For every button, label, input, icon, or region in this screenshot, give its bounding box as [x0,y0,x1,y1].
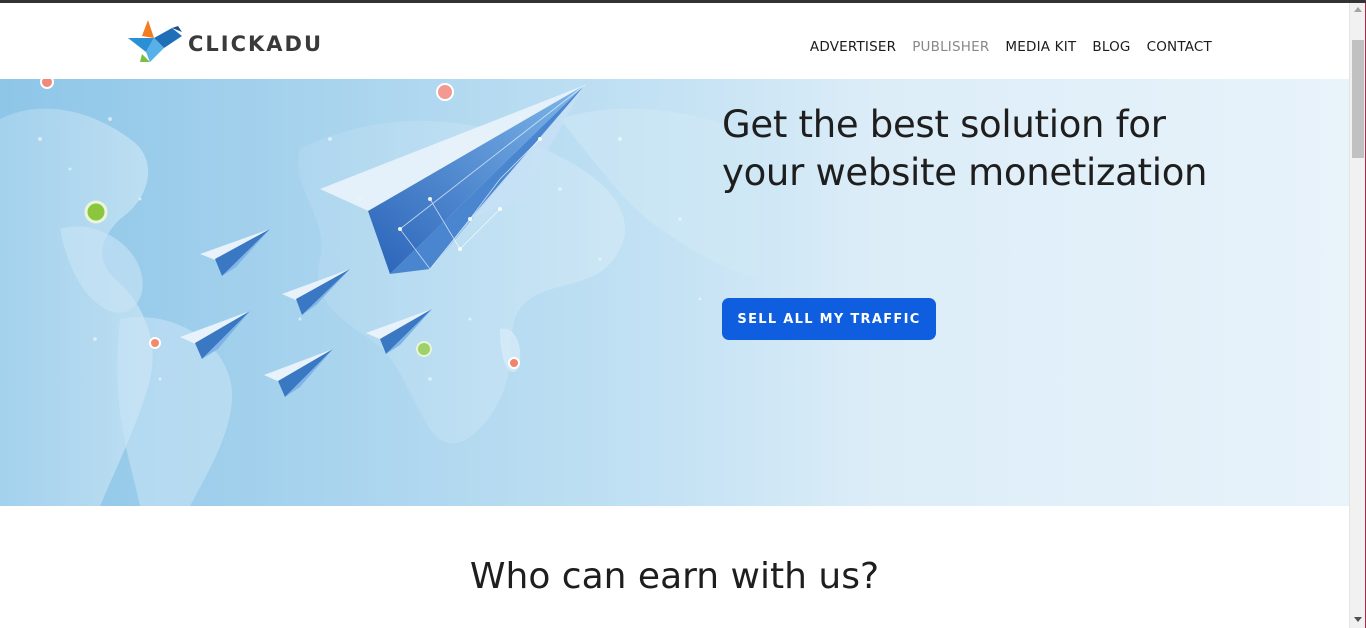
nav-publisher[interactable]: PUBLISHER [912,39,989,55]
nav-advertiser[interactable]: ADVERTISER [810,39,896,55]
hero-title: Get the best solution for your website m… [722,103,1208,194]
brand-name: CLICKADU [188,32,324,56]
page: CLICKADU ADVERTISER PUBLISHER MEDIA KIT … [0,3,1349,628]
main-nav: ADVERTISER PUBLISHER MEDIA KIT BLOG CONT… [794,39,1212,55]
bird-logo-icon [128,20,182,62]
scroll-up-arrow-icon[interactable] [1354,7,1362,12]
logo-link[interactable]: CLICKADU [128,18,323,64]
world-map-paper-planes-illustration [0,79,760,506]
small-plane-1 [200,229,270,276]
nav-contact[interactable]: CONTACT [1147,39,1212,55]
vertical-scrollbar[interactable] [1349,3,1366,628]
scrollbar-thumb[interactable] [1352,40,1364,158]
site-header: CLICKADU ADVERTISER PUBLISHER MEDIA KIT … [0,3,1349,79]
hero-section: Get the best solution for your website m… [0,79,1349,506]
section-title: Who can earn with us? [469,556,880,597]
scroll-down-arrow-icon[interactable] [1354,617,1362,622]
nav-media-kit[interactable]: MEDIA KIT [1005,39,1076,55]
sell-all-traffic-button[interactable]: SELL ALL MY TRAFFIC [722,298,936,340]
nav-blog[interactable]: BLOG [1092,39,1130,55]
